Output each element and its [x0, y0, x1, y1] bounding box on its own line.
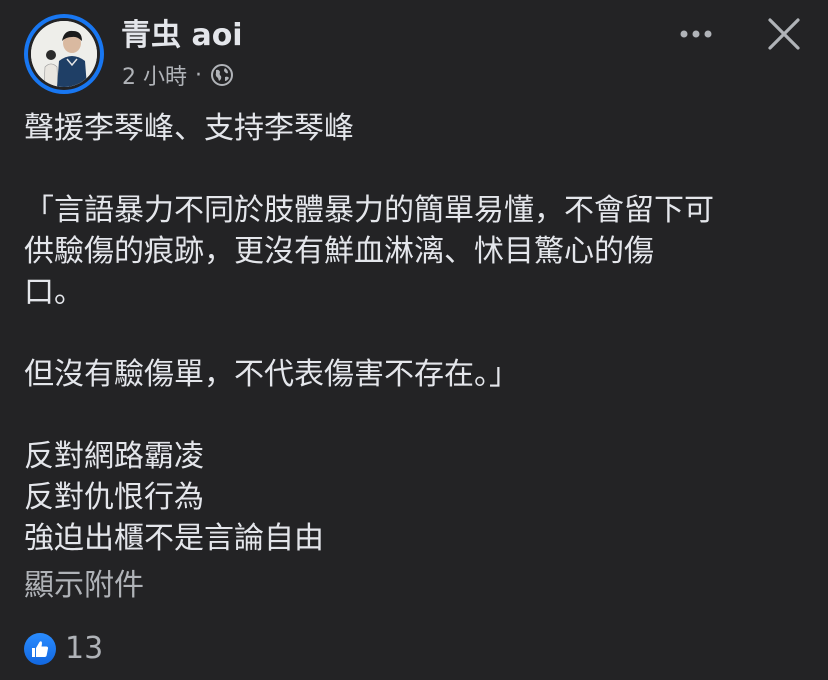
post-line: 反對仇恨行為: [24, 480, 204, 515]
post-line: 但沒有驗傷單，不代表傷害不存在。」: [24, 357, 519, 392]
timestamp[interactable]: 2 小時: [122, 59, 187, 91]
post-line: 供驗傷的痕跡，更沒有鮮血淋漓、怵目驚心的傷: [24, 234, 654, 269]
avatar[interactable]: [24, 14, 104, 94]
meta-separator: ·: [195, 62, 202, 88]
post-line: 強迫出櫃不是言論自由: [24, 521, 324, 556]
globe-icon: [210, 63, 234, 87]
post-line: 「言語暴力不同於肢體暴力的簡單易懂，不會留下可: [24, 193, 714, 228]
like-count: 13: [65, 631, 104, 666]
post-line: 聲援李琴峰、支持李琴峰: [24, 111, 354, 146]
post-header: 青虫 aoi 2 小時 ·: [0, 0, 828, 100]
avatar-image: [31, 21, 97, 87]
close-icon[interactable]: [762, 12, 806, 56]
reactions-bar[interactable]: 13: [24, 631, 103, 667]
like-icon: [24, 633, 56, 665]
post-meta: 2 小時 ·: [122, 60, 234, 90]
author-name[interactable]: 青虫 aoi: [121, 16, 243, 56]
post-line: 反對網路霸凌: [24, 439, 204, 474]
post-text: 聲援李琴峰、支持李琴峰 「言語暴力不同於肢體暴力的簡單易懂，不會留下可 供驗傷的…: [24, 108, 814, 559]
show-attachment-link[interactable]: 顯示附件: [24, 566, 144, 606]
post-line: 口。: [24, 275, 84, 310]
more-dots-icon[interactable]: [672, 16, 720, 52]
